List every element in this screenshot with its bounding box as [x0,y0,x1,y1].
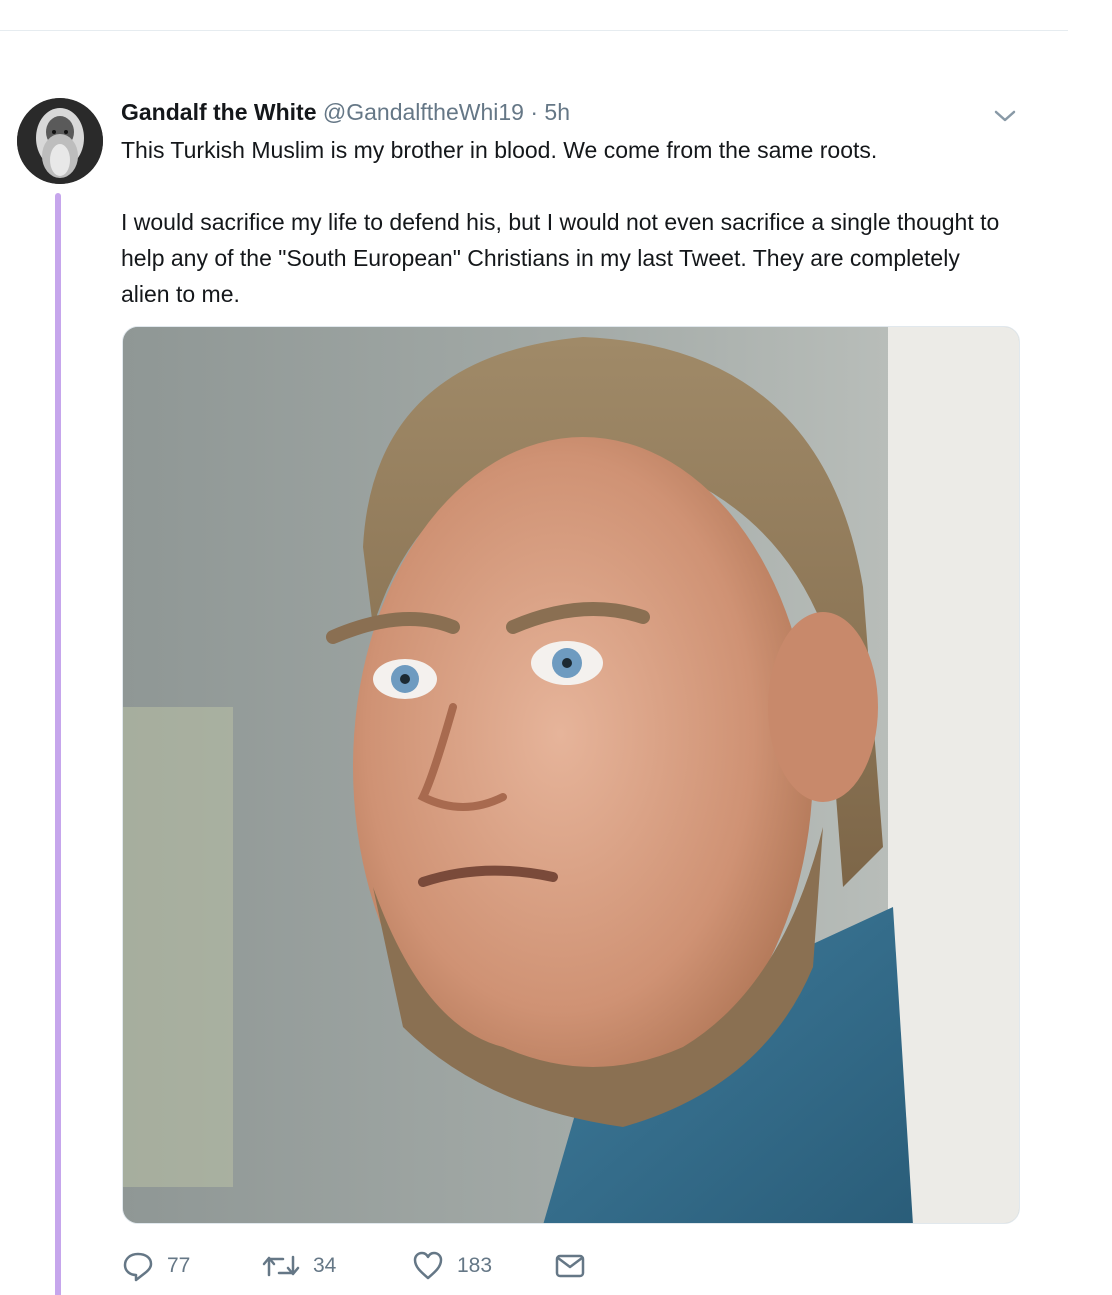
envelope-icon [555,1254,585,1278]
tweet-paragraph-2: I would sacrifice my life to defend his,… [121,209,1000,307]
like-button[interactable]: 183 [411,1246,492,1286]
display-name[interactable]: Gandalf the White [121,99,317,125]
tweet-text: This Turkish Muslim is my brother in blo… [121,132,1001,312]
tweet-media-photo[interactable] [122,326,1020,1224]
header-separator: · [530,99,539,125]
tweet-header: Gandalf the White @GandalftheWhi19 · 5h [121,97,570,127]
reply-icon [123,1252,153,1282]
portrait-photo [123,327,1019,1223]
heart-icon [413,1251,443,1280]
reply-button[interactable]: 77 [121,1246,190,1286]
tweet-timestamp[interactable]: 5h [544,99,570,125]
chevron-down-icon [994,110,1016,122]
avatar[interactable] [17,98,103,184]
retweet-count: 34 [313,1254,337,1277]
like-count: 183 [457,1254,493,1277]
user-handle[interactable]: @GandalftheWhi19 [323,99,524,125]
direct-message-button[interactable] [553,1246,587,1286]
top-divider [0,30,1068,31]
tweet-actions: 77 34 183 [121,1246,721,1286]
thread-line [55,193,61,1295]
retweet-button[interactable]: 34 [261,1246,336,1286]
retweet-icon [262,1255,300,1277]
avatar-photo [17,98,103,184]
more-options-button[interactable] [990,104,1020,128]
reply-count: 77 [167,1254,191,1277]
tweet-paragraph-1: This Turkish Muslim is my brother in blo… [121,137,878,163]
